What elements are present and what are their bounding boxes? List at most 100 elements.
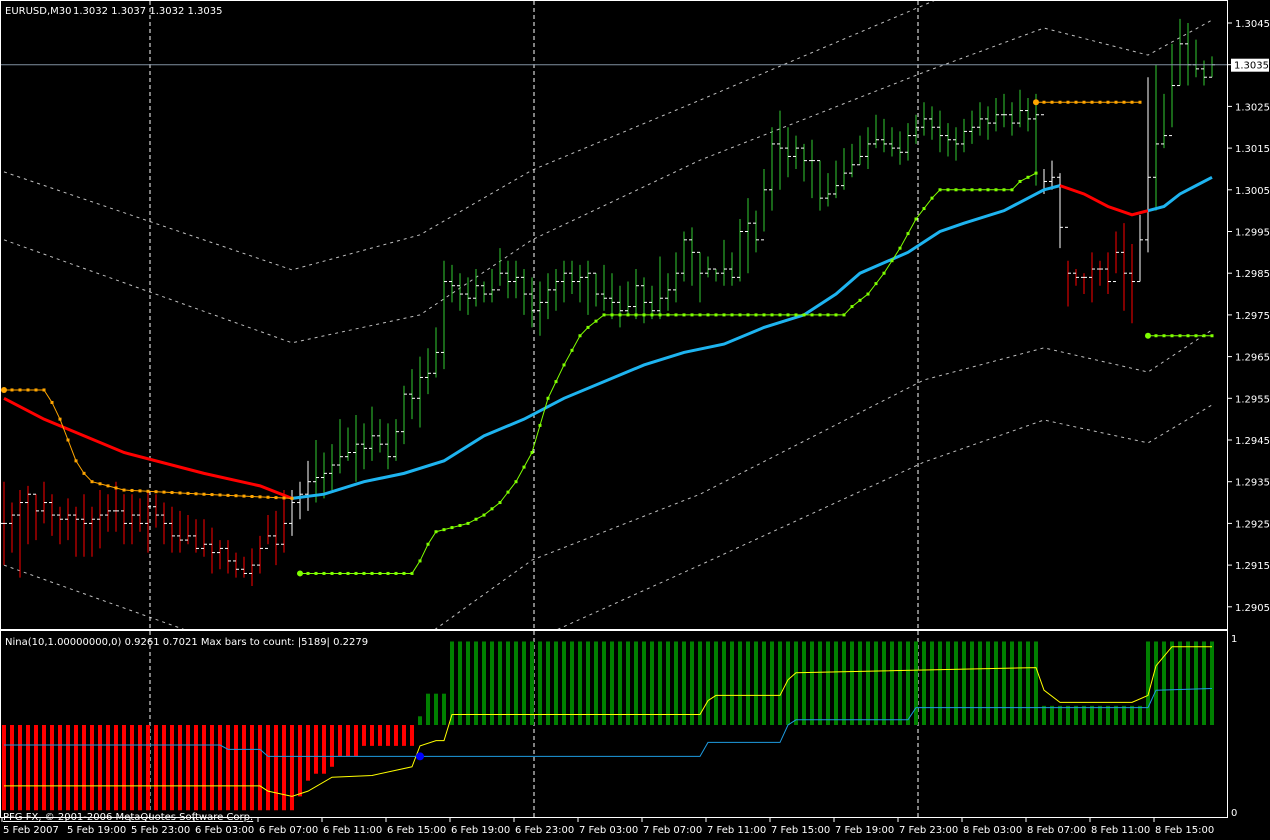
stop-marker [978, 188, 982, 192]
price-bar [1177, 18, 1183, 87]
histogram-bar [1026, 641, 1030, 725]
price-bar [257, 535, 263, 574]
price-bar [1129, 244, 1135, 324]
stop-marker [1106, 100, 1110, 104]
histogram-bar [842, 641, 846, 725]
price-bar [233, 552, 239, 578]
stop-marker [202, 492, 206, 496]
price-bar [1193, 39, 1199, 78]
stop-marker [282, 496, 286, 500]
histogram-bar [1090, 705, 1094, 725]
stop-marker [818, 313, 822, 317]
price-bar [305, 460, 311, 511]
stop-marker [234, 494, 238, 498]
histogram-bar [754, 641, 758, 725]
price-bar [545, 273, 551, 320]
stop-marker [658, 313, 662, 317]
price-axis[interactable]: 1.3045 1.3035 1.3025 1.3015 1.3005 1.2995 1.29… [1228, 19, 1270, 819]
price-bar [377, 419, 383, 453]
price-bar [273, 510, 279, 566]
histogram-bar [570, 641, 574, 725]
histogram-bar [1186, 641, 1190, 725]
price-bar [337, 419, 343, 474]
histogram-bar [394, 725, 398, 746]
histogram-bar [1106, 705, 1110, 725]
price-bar [1057, 173, 1063, 249]
histogram-bar [858, 641, 862, 725]
stop-marker [738, 313, 742, 317]
stop-marker [1186, 334, 1190, 338]
stop-marker [82, 471, 86, 475]
price-bar [833, 160, 839, 199]
price-bar [497, 248, 503, 291]
stop-marker [1194, 334, 1198, 338]
stop-marker [914, 217, 918, 221]
stop-marker [1034, 171, 1038, 175]
stop-marker [450, 526, 454, 530]
histogram-bar [938, 641, 942, 725]
stop-marker [1178, 334, 1182, 338]
price-bar [889, 127, 895, 157]
price-bar [41, 481, 47, 524]
price-bar [1001, 93, 1007, 128]
stop-marker [410, 571, 414, 575]
band-inner_upper [3, 19, 1213, 344]
price-bar [225, 540, 231, 574]
time-tick-label: 6 Feb 03:00 [195, 825, 254, 836]
price-tick-label: 1.2915 [1235, 561, 1270, 572]
histogram-bar [210, 725, 214, 811]
price-bar [409, 369, 415, 420]
price-bar [873, 114, 879, 149]
histogram-bar [458, 641, 462, 725]
histogram-bar [2, 725, 6, 811]
histogram-bar [658, 641, 662, 725]
stop-marker [1002, 188, 1006, 192]
stop-marker [426, 542, 430, 546]
price-bar [921, 102, 927, 136]
histogram-bar [490, 641, 494, 725]
mt4-chart-window[interactable]: 1.3045 1.3035 1.3025 1.3015 1.3005 1.2995 1.29… [0, 0, 1270, 840]
price-bar [489, 269, 495, 303]
stop-marker [306, 571, 310, 575]
histogram-bar [778, 641, 782, 725]
price-bar [265, 515, 271, 549]
price-bar [625, 281, 631, 315]
ma-segment-down [3, 396, 293, 500]
stop-marker [618, 313, 622, 317]
time-tick-label: 8 Feb 07:00 [1027, 825, 1086, 836]
price-tick-label: 1.2925 [1235, 519, 1270, 530]
histogram-bar [10, 725, 14, 811]
histogram-bar [378, 725, 382, 746]
histogram-bar [522, 641, 526, 725]
cross-marker-dot [416, 752, 424, 761]
stop-marker [170, 491, 174, 495]
price-bar [249, 548, 255, 586]
stop-marker [570, 348, 574, 352]
histogram-bar [1074, 705, 1078, 725]
stop-marker [66, 438, 70, 442]
histogram-bar [898, 641, 902, 725]
price-bar [129, 494, 135, 545]
histogram-bar [810, 641, 814, 725]
histogram-bar [154, 725, 158, 811]
stop-marker [114, 486, 118, 490]
price-bar [513, 260, 519, 299]
histogram-bar [762, 641, 766, 725]
stop-marker [994, 188, 998, 192]
price-bar [297, 481, 303, 520]
histogram-bar [586, 641, 590, 725]
histogram-bar [338, 725, 342, 757]
histogram-bar [50, 725, 54, 811]
price-bar [937, 110, 943, 153]
stop-marker [482, 513, 486, 517]
histogram-bar [882, 641, 886, 725]
histogram-bar [706, 641, 710, 725]
histogram-bar [634, 641, 638, 725]
histogram-bar [314, 725, 318, 774]
time-tick-label: 6 Feb 15:00 [387, 825, 446, 836]
price-bar [857, 135, 863, 166]
histogram-bar [346, 725, 350, 757]
histogram-bar [362, 725, 366, 746]
price-bar [345, 427, 351, 461]
stop-marker [778, 313, 782, 317]
